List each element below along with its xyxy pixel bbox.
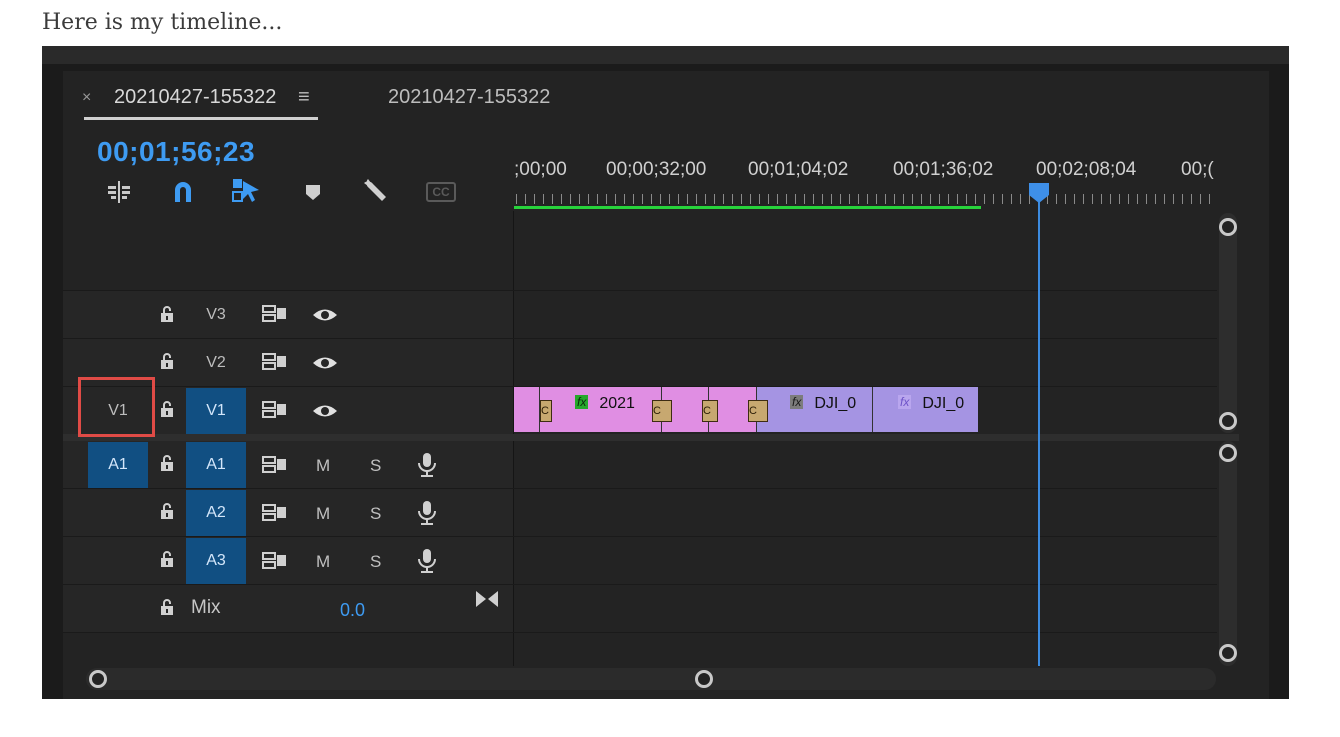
mute-button[interactable]: M — [316, 456, 330, 476]
track-target-a2[interactable]: A2 — [186, 490, 246, 536]
lock-icon[interactable] — [159, 305, 177, 323]
video-vertical-scrollbar[interactable] — [1219, 213, 1237, 433]
solo-button[interactable]: S — [370, 456, 381, 476]
fx-icon: fx — [790, 395, 804, 409]
row-divider — [63, 632, 1217, 633]
scrollbar-handle[interactable] — [1219, 644, 1237, 662]
lock-icon[interactable] — [159, 550, 177, 568]
microphone-icon[interactable] — [416, 548, 438, 574]
nested-clip-letter: C — [749, 405, 757, 417]
playhead-handle[interactable] — [1028, 182, 1050, 204]
playhead-line[interactable] — [1038, 196, 1040, 666]
sync-lock-icon[interactable] — [262, 352, 288, 372]
tab-sequence-active[interactable]: 20210427-155322 — [114, 86, 276, 109]
insert-sequence-icon[interactable] — [104, 179, 134, 205]
row-divider — [63, 338, 1217, 339]
nested-clip-icon: C — [748, 400, 768, 422]
go-to-in-out-icon[interactable] — [475, 590, 499, 608]
playhead-timecode[interactable]: 00;01;56;23 — [97, 136, 255, 168]
fx-icon: fx — [898, 395, 912, 409]
add-marker-icon[interactable] — [298, 179, 328, 205]
horizontal-zoom-scrollbar[interactable] — [86, 668, 1216, 690]
sync-lock-icon[interactable] — [262, 400, 288, 420]
microphone-icon[interactable] — [416, 452, 438, 478]
row-divider — [63, 290, 1217, 291]
active-tab-underline — [84, 117, 318, 120]
clip-label: 2021 — [599, 395, 635, 412]
captions-icon[interactable]: CC — [426, 179, 456, 205]
fx-icon: fx — [575, 395, 589, 409]
sync-lock-icon[interactable] — [262, 455, 288, 475]
linked-selection-icon[interactable] — [231, 178, 261, 204]
solo-button[interactable]: S — [370, 504, 381, 524]
scrollbar-handle[interactable] — [695, 670, 713, 688]
mix-volume-value[interactable]: 0.0 — [340, 600, 365, 621]
annotation-highlight-box — [78, 377, 155, 437]
clip-label: DJI_0 — [814, 395, 857, 412]
solo-button[interactable]: S — [370, 552, 381, 572]
nested-clip-letter: C — [541, 405, 549, 417]
ruler-label: 00;( — [1181, 159, 1214, 180]
ruler-label: 00;01;04;02 — [748, 159, 849, 180]
close-tab-icon[interactable]: × — [82, 89, 91, 107]
eye-icon[interactable] — [312, 354, 338, 372]
tab-sequence[interactable]: 20210427-155322 — [388, 86, 550, 109]
mix-label: Mix — [191, 597, 221, 618]
lock-icon[interactable] — [159, 598, 177, 616]
nested-clip-letter: C — [653, 405, 661, 417]
caption: Here is my timeline... — [42, 10, 283, 35]
track-target-a3[interactable]: A3 — [186, 538, 246, 584]
lock-icon[interactable] — [159, 502, 177, 520]
panel-menu-icon[interactable]: ≡ — [298, 86, 310, 109]
ruler-label: 00;01;36;02 — [893, 159, 994, 180]
ruler-label: ;00;00 — [514, 159, 567, 180]
scrollbar-handle[interactable] — [1219, 412, 1237, 430]
nested-clip-icon: C — [652, 400, 672, 422]
video-clip[interactable]: fx DJI_0 — [756, 387, 872, 432]
captions-label: CC — [426, 182, 456, 202]
window-top-bar — [42, 46, 1289, 64]
row-divider — [63, 488, 1217, 489]
clip-label: DJI_0 — [922, 395, 965, 412]
track-name-v2[interactable]: V2 — [186, 340, 246, 386]
nested-clip-icon: C — [540, 400, 552, 422]
wrench-icon[interactable] — [362, 177, 392, 203]
mute-button[interactable]: M — [316, 552, 330, 572]
row-divider — [63, 536, 1217, 537]
fx-badge: fx — [787, 395, 806, 409]
eye-icon[interactable] — [312, 402, 338, 420]
fx-badge: fx — [572, 395, 591, 409]
sync-lock-icon[interactable] — [262, 503, 288, 523]
mute-button[interactable]: M — [316, 504, 330, 524]
scrollbar-handle[interactable] — [89, 670, 107, 688]
video-audio-divider[interactable] — [63, 434, 1239, 441]
audio-vertical-scrollbar[interactable] — [1219, 441, 1237, 666]
video-clip[interactable]: fx DJI_0 — [872, 387, 978, 432]
nested-clip-letter: C — [703, 405, 711, 417]
track-name-v3[interactable]: V3 — [186, 292, 246, 338]
lock-icon[interactable] — [159, 400, 177, 418]
nested-clip-icon: C — [702, 400, 718, 422]
lock-icon[interactable] — [159, 454, 177, 472]
scrollbar-handle[interactable] — [1219, 444, 1237, 462]
time-ruler[interactable]: ;00;00 00;00;32;00 00;01;04;02 00;01;36;… — [514, 154, 1220, 214]
ruler-ticks — [516, 194, 1216, 204]
source-patch-a1[interactable]: A1 — [88, 442, 148, 488]
sync-lock-icon[interactable] — [262, 304, 288, 324]
fx-badge: fx — [895, 395, 914, 409]
microphone-icon[interactable] — [416, 500, 438, 526]
ruler-label: 00;00;32;00 — [606, 159, 707, 180]
ruler-label: 00;02;08;04 — [1036, 159, 1137, 180]
scrollbar-handle[interactable] — [1219, 218, 1237, 236]
track-target-a1[interactable]: A1 — [186, 442, 246, 488]
sync-lock-icon[interactable] — [262, 551, 288, 571]
row-divider — [63, 584, 1217, 585]
work-area-bar[interactable] — [514, 206, 981, 209]
eye-icon[interactable] — [312, 306, 338, 324]
track-target-v1[interactable]: V1 — [186, 388, 246, 434]
lock-icon[interactable] — [159, 352, 177, 370]
snap-icon[interactable] — [168, 179, 198, 205]
